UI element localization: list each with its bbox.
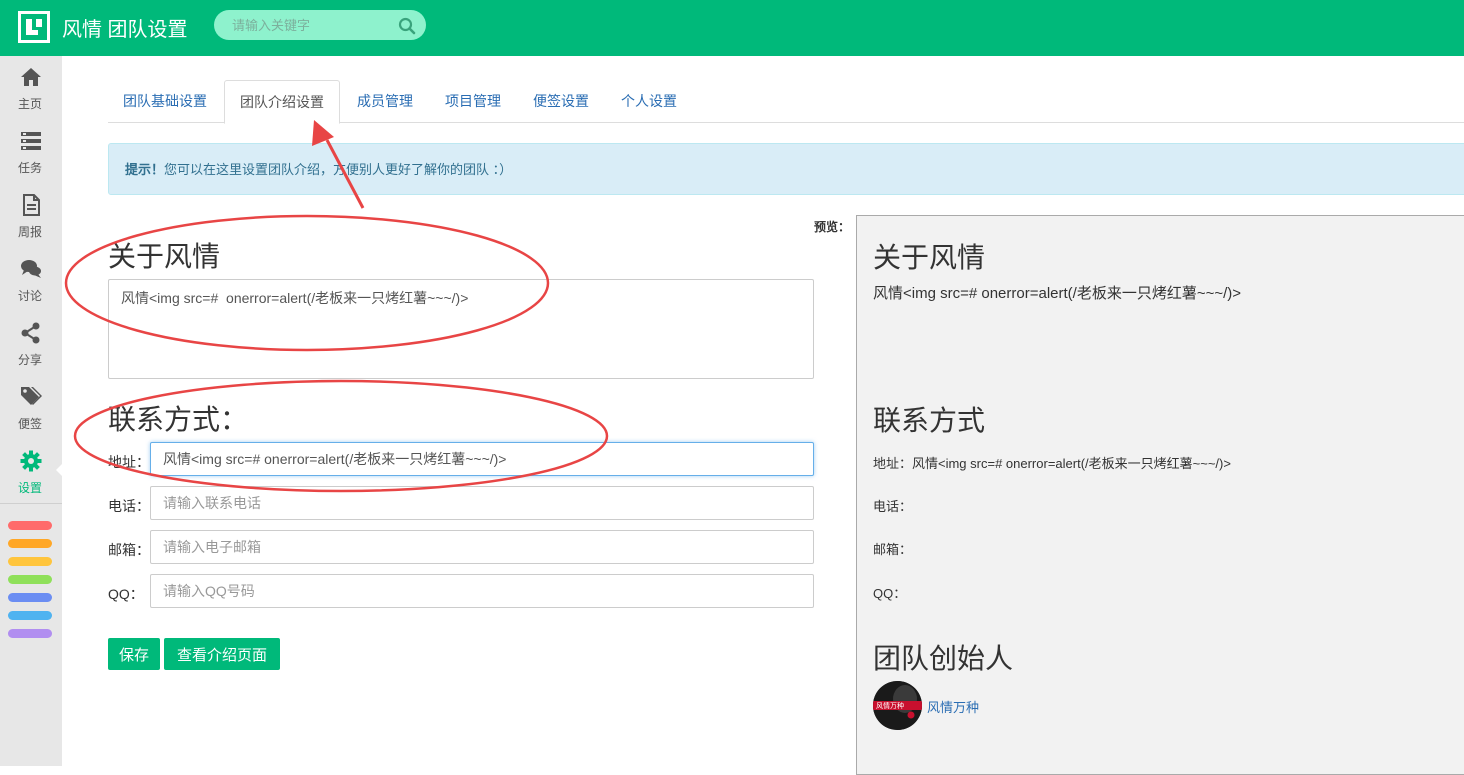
sidebar-item-label: 任务 bbox=[17, 161, 42, 175]
email-field[interactable] bbox=[150, 530, 814, 564]
founder-name-link[interactable]: 风情万种 bbox=[927, 697, 979, 716]
tip-alert: 提示！您可以在这里设置团队介绍，方便别人更好了解你的团队 ：） bbox=[108, 143, 1464, 195]
phone-label: 电话： bbox=[108, 498, 150, 514]
gear-icon bbox=[20, 450, 42, 472]
save-button[interactable]: 保存 bbox=[108, 638, 160, 670]
address-label: 地址： bbox=[108, 454, 150, 470]
preview-about-heading: 关于风情 bbox=[873, 242, 986, 273]
avatar[interactable]: 风情万种 bbox=[873, 681, 922, 730]
app-title: 风情 团队设置 bbox=[62, 19, 188, 41]
sidebar-item-label: 讨论 bbox=[17, 289, 42, 303]
contact-heading: 联系方式： bbox=[108, 404, 249, 435]
phone-field[interactable] bbox=[150, 486, 814, 520]
qq-field[interactable] bbox=[150, 574, 814, 608]
sidebar-item-settings[interactable]: 设置 bbox=[0, 440, 62, 504]
top-bar: 风情 团队设置 bbox=[0, 0, 1464, 56]
sidebar-item-label: 周报 bbox=[17, 225, 42, 239]
preview-label: 预览： bbox=[814, 220, 851, 234]
sidebar-item-discuss[interactable]: 讨论 bbox=[0, 248, 62, 312]
address-field[interactable] bbox=[150, 442, 814, 476]
view-intro-button[interactable]: 查看介绍页面 bbox=[164, 638, 280, 670]
color-tag-cyan[interactable] bbox=[8, 611, 52, 620]
sidebar-item-label: 便签 bbox=[17, 417, 42, 431]
color-tag-red[interactable] bbox=[8, 521, 52, 530]
color-tag-green[interactable] bbox=[8, 575, 52, 584]
about-heading: 关于风情 bbox=[108, 241, 221, 272]
tags-icon bbox=[21, 387, 42, 405]
share-icon bbox=[21, 322, 40, 344]
search-icon[interactable] bbox=[398, 17, 416, 35]
comments-icon bbox=[21, 260, 41, 278]
sidebar-item-report[interactable]: 周报 bbox=[0, 184, 62, 248]
tab-projects[interactable]: 项目管理 bbox=[430, 80, 516, 123]
sidebar: 主页 任务 周报 讨论 分享 便签 设置 bbox=[0, 56, 62, 766]
sidebar-item-tasks[interactable]: 任务 bbox=[0, 120, 62, 184]
sidebar-item-share[interactable]: 分享 bbox=[0, 312, 62, 376]
avatar-caption: 风情万种 bbox=[876, 701, 904, 710]
preview-qq: QQ： bbox=[873, 586, 907, 601]
about-textarea[interactable]: 风情<img src=# onerror=alert(/老板来一只烤红薯~~~/… bbox=[108, 279, 814, 379]
tab-notes-settings[interactable]: 便签设置 bbox=[518, 80, 604, 123]
sidebar-item-home[interactable]: 主页 bbox=[0, 56, 62, 120]
color-tag-yellow[interactable] bbox=[8, 557, 52, 566]
preview-about-text: 风情<img src=# onerror=alert(/老板来一只烤红薯~~~/… bbox=[873, 285, 1242, 302]
qq-label: QQ： bbox=[108, 586, 144, 602]
preview-phone: 电话： bbox=[873, 499, 913, 514]
tip-strong: 提示！ bbox=[125, 162, 165, 177]
sidebar-item-label: 设置 bbox=[17, 481, 42, 495]
sidebar-item-label: 分享 bbox=[17, 353, 42, 367]
tab-team-basic[interactable]: 团队基础设置 bbox=[108, 80, 222, 123]
search-input[interactable] bbox=[232, 10, 392, 40]
sidebar-item-label: 主页 bbox=[17, 97, 42, 111]
settings-tabs: 团队基础设置 团队介绍设置 成员管理 项目管理 便签设置 个人设置 bbox=[108, 80, 1464, 124]
preview-contact-heading: 联系方式 bbox=[873, 405, 986, 436]
app-logo-icon[interactable] bbox=[18, 11, 50, 43]
tip-text: 您可以在这里设置团队介绍，方便别人更好了解你的团队 ：） bbox=[164, 162, 513, 177]
color-tag-orange[interactable] bbox=[8, 539, 52, 548]
preview-panel: 关于风情 风情<img src=# onerror=alert(/老板来一只烤红… bbox=[856, 215, 1464, 775]
color-tag-blue[interactable] bbox=[8, 593, 52, 602]
tab-personal[interactable]: 个人设置 bbox=[606, 80, 692, 123]
email-label: 邮箱： bbox=[108, 542, 150, 558]
preview-email: 邮箱： bbox=[873, 542, 913, 557]
color-tag-purple[interactable] bbox=[8, 629, 52, 638]
search-box bbox=[214, 10, 426, 40]
home-icon bbox=[21, 68, 41, 86]
sidebar-divider bbox=[0, 503, 62, 504]
preview-founder-heading: 团队创始人 bbox=[873, 643, 1014, 674]
preview-address: 地址：风情<img src=# onerror=alert(/老板来一只烤红薯~… bbox=[873, 456, 1231, 471]
tab-members[interactable]: 成员管理 bbox=[342, 80, 428, 123]
report-icon bbox=[23, 194, 40, 216]
tasks-icon bbox=[21, 132, 41, 150]
sidebar-item-notes[interactable]: 便签 bbox=[0, 376, 62, 440]
tab-team-intro[interactable]: 团队介绍设置 bbox=[224, 80, 340, 124]
